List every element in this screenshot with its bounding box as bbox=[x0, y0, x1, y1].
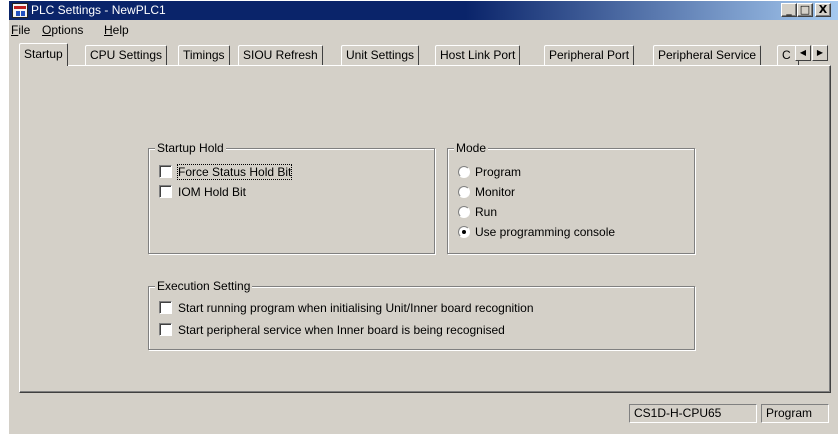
start-peripheral-service-checkbox[interactable]: Start peripheral service when Inner boar… bbox=[159, 322, 505, 338]
radio-label: Use programming console bbox=[475, 225, 616, 239]
tab-host-link-port[interactable]: Host Link Port bbox=[435, 45, 521, 65]
status-bar: CS1D-H-CPU65 Program bbox=[9, 401, 838, 425]
checkbox-box[interactable] bbox=[159, 323, 172, 337]
status-cpu-model: CS1D-H-CPU65 bbox=[629, 404, 757, 423]
radio-circle[interactable] bbox=[458, 165, 470, 178]
mode-group: Mode Program Monitor Run Use programming… bbox=[447, 141, 695, 254]
close-button[interactable]: X bbox=[815, 3, 831, 17]
tab-cpu-settings[interactable]: CPU Settings bbox=[85, 45, 168, 65]
radio-label: Program bbox=[475, 165, 522, 179]
tab-peripheral-port[interactable]: Peripheral Port bbox=[544, 45, 635, 65]
window-title: PLC Settings - NewPLC1 bbox=[31, 3, 166, 17]
menu-help[interactable]: Help bbox=[104, 23, 129, 37]
title-bar[interactable]: PLC Settings - NewPLC1 _ □ X bbox=[9, 1, 838, 20]
checkbox-label: Start peripheral service when Inner boar… bbox=[178, 323, 505, 337]
mode-legend: Mode bbox=[454, 141, 489, 155]
force-status-hold-checkbox[interactable]: Force Status Hold Bit bbox=[159, 164, 293, 180]
checkbox-label: Start running program when initialising … bbox=[178, 301, 534, 315]
tab-strip: Startup CPU Settings Timings SIOU Refres… bbox=[19, 43, 831, 66]
maximize-button[interactable]: □ bbox=[797, 3, 813, 17]
tab-timings[interactable]: Timings bbox=[178, 45, 230, 65]
tab-unit-settings[interactable]: Unit Settings bbox=[341, 45, 420, 65]
execution-setting-group: Execution Setting Start running program … bbox=[148, 279, 695, 350]
mode-run-radio[interactable]: Run bbox=[458, 204, 497, 220]
checkbox-box[interactable] bbox=[159, 185, 172, 199]
checkbox-box[interactable] bbox=[159, 165, 172, 179]
status-mode: Program bbox=[761, 404, 829, 423]
checkbox-label: Force Status Hold Bit bbox=[176, 164, 293, 180]
radio-circle[interactable] bbox=[458, 205, 470, 218]
tab-peripheral-service[interactable]: Peripheral Service bbox=[653, 45, 762, 65]
menu-file[interactable]: File bbox=[11, 23, 30, 37]
tab-scroll-right-icon[interactable]: ▶ bbox=[812, 45, 828, 61]
radio-label: Monitor bbox=[475, 185, 516, 199]
startup-hold-group: Startup Hold Force Status Hold Bit IOM H… bbox=[148, 141, 435, 254]
checkbox-box[interactable] bbox=[159, 301, 172, 315]
checkbox-label: IOM Hold Bit bbox=[178, 185, 247, 199]
menu-bar: File Options Help bbox=[9, 21, 838, 39]
plc-settings-window: PLC Settings - NewPLC1 _ □ X File Option… bbox=[8, 0, 838, 434]
execution-setting-legend: Execution Setting bbox=[155, 279, 253, 293]
radio-label: Run bbox=[475, 205, 498, 219]
iom-hold-checkbox[interactable]: IOM Hold Bit bbox=[159, 184, 246, 200]
mode-program-radio[interactable]: Program bbox=[458, 164, 521, 180]
start-running-program-checkbox[interactable]: Start running program when initialising … bbox=[159, 300, 534, 316]
tab-startup[interactable]: Startup bbox=[19, 43, 68, 66]
plc-app-icon bbox=[12, 3, 28, 18]
minimize-button[interactable]: _ bbox=[781, 3, 797, 17]
tab-scroll-left-icon[interactable]: ◀ bbox=[795, 45, 811, 61]
startup-hold-legend: Startup Hold bbox=[155, 141, 226, 155]
radio-circle-selected[interactable] bbox=[458, 225, 470, 238]
menu-options[interactable]: Options bbox=[42, 23, 83, 37]
mode-console-radio[interactable]: Use programming console bbox=[458, 224, 615, 240]
mode-monitor-radio[interactable]: Monitor bbox=[458, 184, 515, 200]
radio-circle[interactable] bbox=[458, 185, 470, 198]
startup-tab-panel: Startup Hold Force Status Hold Bit IOM H… bbox=[19, 65, 831, 393]
tab-siou-refresh[interactable]: SIOU Refresh bbox=[238, 45, 323, 65]
